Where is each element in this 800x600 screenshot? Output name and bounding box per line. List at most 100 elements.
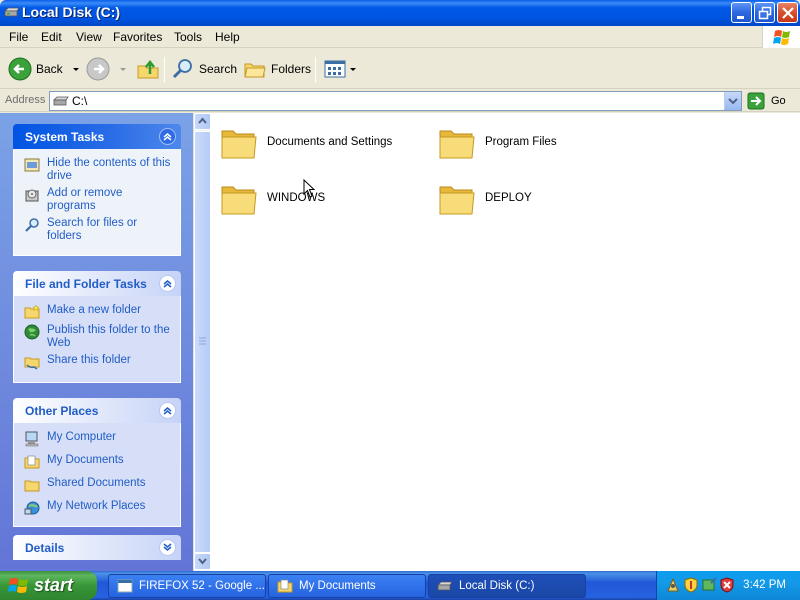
- task-pane-scrollbar[interactable]: [193, 113, 211, 571]
- chevron-down-icon[interactable]: [349, 64, 357, 74]
- clock: 3:42 PM: [743, 579, 786, 591]
- go-button[interactable]: Go: [747, 92, 786, 110]
- windows-logo-icon: [8, 578, 28, 593]
- restore-button[interactable]: [754, 2, 775, 23]
- folders-label: Folders: [271, 62, 312, 76]
- folder-label: Documents and Settings: [267, 136, 393, 148]
- new-folder-icon: [24, 304, 40, 319]
- start-button[interactable]: start: [0, 571, 97, 600]
- task-publish-folder[interactable]: Publish this folder to the Web: [24, 324, 174, 350]
- task-make-new-folder[interactable]: Make a new folder: [24, 304, 174, 320]
- collapse-icon[interactable]: [159, 275, 176, 292]
- menu-tools[interactable]: Tools: [174, 30, 202, 44]
- folder-label: Program Files: [485, 136, 557, 148]
- address-input[interactable]: C:\: [49, 91, 742, 111]
- folders-icon: [244, 63, 266, 78]
- title-bar[interactable]: Local Disk (C:): [0, 0, 800, 26]
- computer-icon: [25, 431, 39, 447]
- drive-icon: [4, 7, 20, 17]
- views-icon: [324, 60, 346, 78]
- place-my-documents[interactable]: My Documents: [24, 454, 174, 470]
- task-share-folder[interactable]: Share this folder: [24, 354, 174, 370]
- system-tasks-header[interactable]: System Tasks: [13, 124, 181, 149]
- menu-favorites[interactable]: Favorites: [113, 30, 162, 44]
- taskbar-button-firefox[interactable]: FIREFOX 52 - Google ...: [108, 574, 266, 598]
- restore-icon: [758, 6, 772, 20]
- place-my-network-places[interactable]: My Network Places: [24, 500, 174, 516]
- update-tray-icon[interactable]: [701, 577, 717, 593]
- system-tasks-panel: System Tasks Hide the contents of this d…: [13, 124, 181, 256]
- chevron-down-icon[interactable]: [118, 64, 128, 74]
- task-search-files[interactable]: Search for files or folders: [24, 217, 174, 243]
- globe-publish-icon: [24, 324, 40, 340]
- explorer-window: Local Disk (C:) File Edit View Favorites…: [0, 0, 800, 571]
- scroll-thumb[interactable]: [194, 131, 211, 553]
- chevron-down-icon[interactable]: [71, 64, 81, 74]
- other-places-header[interactable]: Other Places: [13, 398, 181, 423]
- menu-view[interactable]: View: [76, 30, 102, 44]
- address-bar: Address C:\ Go: [0, 90, 800, 112]
- folder-item[interactable]: DEPLOY: [438, 179, 532, 217]
- taskbar: start FIREFOX 52 - Google ... My Documen…: [0, 571, 800, 600]
- security-shield-icon[interactable]: [683, 577, 699, 593]
- search-icon: [172, 59, 192, 79]
- details-panel: Details: [13, 535, 181, 560]
- address-label: Address: [5, 94, 46, 106]
- place-shared-documents[interactable]: Shared Documents: [24, 477, 174, 493]
- expand-icon[interactable]: [159, 539, 176, 556]
- network-tray-icon[interactable]: [665, 577, 681, 593]
- folder-item[interactable]: Program Files: [438, 123, 557, 161]
- taskbar-button-local-disk[interactable]: Local Disk (C:): [428, 574, 586, 598]
- browser-window-icon: [117, 579, 133, 593]
- minimize-button[interactable]: [731, 2, 752, 23]
- minimize-icon: [737, 16, 744, 19]
- views-button[interactable]: [323, 55, 357, 83]
- details-header[interactable]: Details: [13, 535, 181, 560]
- drive-icon: [53, 96, 69, 106]
- task-add-remove-programs[interactable]: Add or remove programs: [24, 187, 174, 213]
- go-label: Go: [771, 95, 786, 107]
- other-places-panel: Other Places My Computer My Documents Sh…: [13, 398, 181, 527]
- place-my-computer[interactable]: My Computer: [24, 431, 174, 447]
- back-label: Back: [36, 62, 63, 76]
- search-label: Search: [199, 62, 238, 76]
- task-hide-drive-contents[interactable]: Hide the contents of this drive: [24, 157, 174, 183]
- menu-help[interactable]: Help: [215, 30, 240, 44]
- security-alert-icon[interactable]: [719, 577, 735, 593]
- share-folder-icon: [24, 357, 40, 370]
- folder-view[interactable]: Documents and Settings Program Files WIN…: [210, 113, 800, 571]
- go-arrow-icon: [747, 92, 765, 110]
- taskbar-button-my-documents[interactable]: My Documents: [268, 574, 426, 598]
- close-button[interactable]: [777, 2, 798, 23]
- hide-contents-icon: [24, 158, 40, 172]
- file-folder-tasks-header[interactable]: File and Folder Tasks: [13, 271, 181, 296]
- file-folder-tasks-panel: File and Folder Tasks Make a new folder …: [13, 271, 181, 383]
- search-button[interactable]: Search: [171, 55, 237, 83]
- forward-arrow-icon: [86, 57, 110, 81]
- menu-edit[interactable]: Edit: [41, 30, 62, 44]
- folder-item[interactable]: Documents and Settings: [220, 123, 392, 161]
- forward-button[interactable]: [86, 55, 128, 83]
- chevron-down-icon: [728, 98, 738, 105]
- task-pane: System Tasks Hide the contents of this d…: [0, 113, 193, 571]
- panel-body: Make a new folder Publish this folder to…: [13, 296, 181, 383]
- close-icon: [782, 7, 794, 19]
- collapse-icon[interactable]: [159, 128, 176, 145]
- address-dropdown-button[interactable]: [724, 92, 741, 110]
- collapse-icon[interactable]: [159, 402, 176, 419]
- back-button[interactable]: Back: [8, 55, 81, 83]
- mouse-cursor-icon: [303, 179, 316, 198]
- my-documents-icon: [277, 579, 293, 593]
- folders-button[interactable]: Folders: [243, 55, 311, 83]
- add-remove-programs-icon: [25, 189, 39, 202]
- scroll-down-button[interactable]: [194, 553, 211, 570]
- my-documents-icon: [24, 455, 40, 469]
- scroll-up-button[interactable]: [194, 113, 211, 130]
- toolbar-separator: [315, 57, 316, 83]
- menu-file[interactable]: File: [9, 30, 28, 44]
- folder-icon: [439, 186, 475, 215]
- folder-icon: [439, 130, 475, 159]
- system-tray: 3:42 PM: [656, 571, 800, 600]
- folder-label: DEPLOY: [485, 192, 532, 204]
- up-folder-button[interactable]: [136, 55, 160, 83]
